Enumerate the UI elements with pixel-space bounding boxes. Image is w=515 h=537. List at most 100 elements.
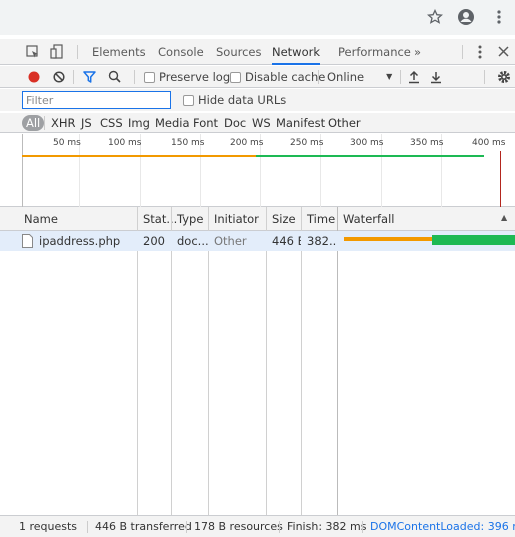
checkbox-box[interactable] [183, 94, 194, 106]
column-header-type[interactable]: Type [173, 207, 203, 231]
type-filter-media[interactable]: Media [155, 115, 190, 131]
toolbar-divider [134, 70, 135, 84]
devtools-menu-icon[interactable] [478, 45, 482, 62]
timeline-tick-label: 150 ms [171, 138, 205, 148]
sort-ascending-icon[interactable]: ▲ [501, 213, 507, 222]
column-separator [208, 207, 209, 515]
network-status-bar: 1 requests 446 B transferred 178 B resou… [0, 515, 515, 537]
toolbar-divider [318, 70, 319, 84]
disable-cache-label: Disable cache [245, 70, 326, 84]
status-divider [186, 521, 187, 533]
disable-cache-checkbox[interactable]: Disable cache [230, 66, 325, 88]
overview-waiting-bar [22, 155, 256, 157]
status-dom-content-loaded: DOMContentLoaded: 396 ms [370, 520, 515, 533]
timeline-tick-label: 50 ms [53, 138, 81, 148]
profile-avatar-icon[interactable] [455, 6, 477, 28]
request-name[interactable]: ipaddress.php [35, 231, 137, 251]
type-filter-manifest[interactable]: Manifest [276, 115, 325, 131]
tab-sources[interactable]: Sources [216, 39, 262, 65]
document-file-icon [22, 234, 33, 251]
resource-type-filter-bar: All XHR JS CSS Img Media Font Doc WS Man… [0, 113, 515, 133]
device-toolbar-icon[interactable] [50, 44, 64, 62]
preserve-log-label: Preserve log [159, 70, 231, 84]
throttling-value: Online [327, 70, 365, 84]
hide-data-urls-label: Hide data URLs [198, 93, 287, 107]
status-divider [362, 521, 363, 533]
column-separator [171, 207, 172, 515]
network-settings-gear-icon[interactable] [497, 70, 511, 87]
filter-input[interactable] [22, 91, 171, 109]
timeline-tick-label: 250 ms [290, 138, 324, 148]
dropdown-caret-icon: ▼ [386, 72, 393, 81]
column-header-size[interactable]: Size [268, 207, 296, 231]
record-icon[interactable] [28, 71, 40, 86]
status-request-count: 1 requests [19, 520, 78, 533]
inspect-element-icon[interactable] [26, 45, 40, 62]
throttling-select[interactable]: Online ▼ [327, 66, 392, 88]
column-separator [266, 207, 267, 515]
browser-menu-icon[interactable] [488, 6, 510, 28]
preserve-log-checkbox[interactable]: Preserve log [144, 66, 230, 88]
search-icon[interactable] [108, 70, 121, 86]
type-filter-other[interactable]: Other [328, 115, 361, 131]
toolbar-divider [484, 70, 485, 84]
column-header-name[interactable]: Name [20, 207, 58, 231]
type-filter-all[interactable]: All [22, 115, 45, 131]
request-time: 382... [307, 234, 337, 248]
devtools-tab-bar: Elements Console Sources Network Perform… [0, 39, 515, 65]
import-har-icon[interactable] [408, 70, 420, 87]
timeline-tick-label: 300 ms [350, 138, 384, 148]
network-toolbar: Preserve log Disable cache Online ▼ [0, 66, 515, 88]
toolbar-divider [73, 70, 74, 84]
type-filter-css[interactable]: CSS [100, 115, 123, 131]
checkbox-box[interactable] [144, 71, 155, 83]
column-header-time[interactable]: Time [303, 207, 335, 231]
network-overview-timeline[interactable]: 50 ms 100 ms 150 ms 200 ms 250 ms 300 ms… [0, 134, 515, 207]
type-divider [44, 116, 45, 130]
status-transferred: 446 B transferred [95, 520, 192, 533]
table-row[interactable]: ipaddress.php 200 doc... Other 446 B 382… [0, 231, 515, 251]
request-table-header: Name Stat... Type Initiator Size Time Wa… [0, 207, 515, 231]
type-filter-img[interactable]: Img [128, 115, 150, 131]
waterfall-download-bar [432, 235, 515, 245]
status-resources: 178 B resources [194, 520, 283, 533]
type-filter-js[interactable]: JS [81, 115, 92, 131]
browser-toolbar [0, 0, 515, 35]
bookmark-star-icon[interactable] [424, 6, 446, 28]
export-har-icon[interactable] [430, 70, 442, 87]
hide-data-urls-checkbox[interactable]: Hide data URLs [183, 89, 286, 111]
filter-bar: Hide data URLs [0, 89, 515, 111]
clear-icon[interactable] [53, 71, 65, 86]
column-separator [337, 207, 338, 515]
request-size: 446 B [272, 234, 301, 248]
status-divider [87, 521, 88, 533]
status-finish-time: Finish: 382 ms [287, 520, 367, 533]
toolbar-divider [400, 70, 401, 84]
close-devtools-icon[interactable] [498, 46, 509, 60]
column-header-waterfall[interactable]: Waterfall [339, 207, 394, 231]
type-filter-ws[interactable]: WS [252, 115, 271, 131]
more-tabs-button[interactable]: » [414, 39, 421, 65]
column-header-initiator[interactable]: Initiator [210, 207, 259, 231]
tab-performance[interactable]: Performance [338, 39, 411, 65]
overview-download-bar [256, 155, 484, 157]
status-divider [279, 521, 280, 533]
timeline-tick-label: 350 ms [410, 138, 444, 148]
tab-divider [462, 45, 463, 59]
load-event-marker [500, 151, 501, 207]
checkbox-box[interactable] [230, 71, 241, 83]
tab-elements[interactable]: Elements [92, 39, 146, 65]
timeline-start-line [22, 134, 23, 207]
filter-funnel-icon[interactable] [83, 71, 96, 86]
tab-console[interactable]: Console [158, 39, 204, 65]
column-separator [301, 207, 302, 515]
column-separator [137, 207, 138, 515]
type-filter-xhr[interactable]: XHR [51, 115, 76, 131]
request-initiator: Other [214, 234, 247, 248]
type-filter-doc[interactable]: Doc [224, 115, 246, 131]
timeline-tick-label: 200 ms [230, 138, 264, 148]
type-filter-font[interactable]: Font [193, 115, 218, 131]
request-type: doc... [177, 234, 208, 248]
waterfall-waiting-bar [344, 237, 432, 241]
tab-network[interactable]: Network [272, 39, 321, 65]
